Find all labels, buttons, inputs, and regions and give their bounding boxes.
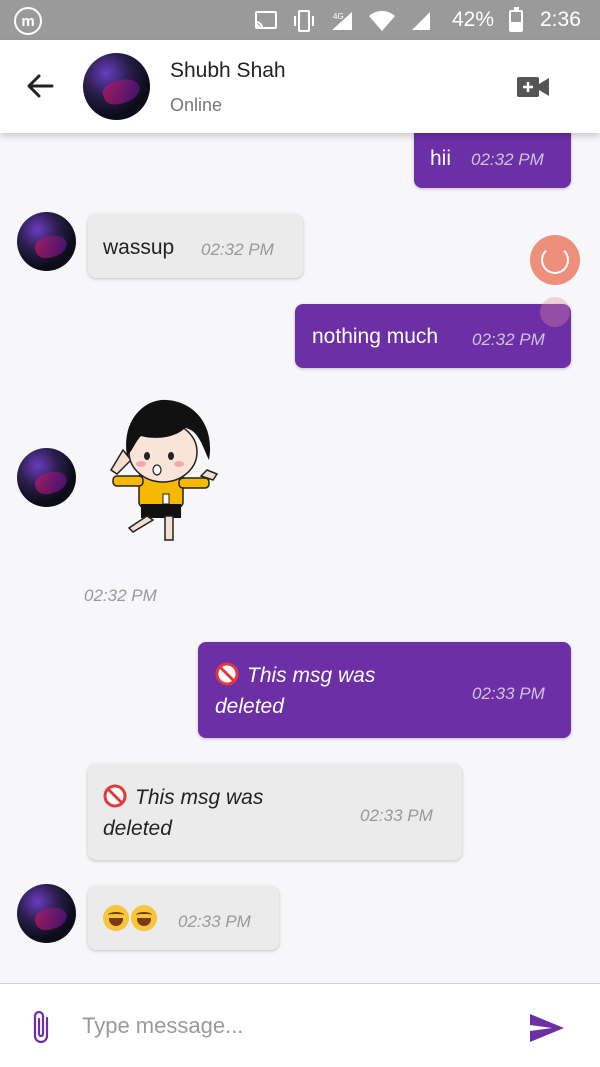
joy-emoji-icon bbox=[131, 905, 157, 931]
signal-icon bbox=[412, 12, 430, 30]
girl-sticker-icon[interactable] bbox=[105, 390, 220, 545]
message-time: 02:33 PM bbox=[472, 684, 545, 703]
message-bubble-outgoing-deleted[interactable]: This msg was deleted 02:33 PM bbox=[198, 642, 571, 738]
chat-header: Shubh Shah Online bbox=[0, 40, 600, 133]
message-emoji bbox=[103, 905, 159, 932]
overlay-dot bbox=[540, 297, 570, 327]
message-input-bar bbox=[0, 983, 600, 1067]
sender-avatar[interactable] bbox=[17, 212, 76, 271]
send-icon[interactable] bbox=[528, 1012, 566, 1044]
status-icons: 4G bbox=[254, 10, 432, 32]
battery-icon bbox=[509, 7, 523, 32]
status-bar: m 4G 42% 2:36 bbox=[0, 0, 600, 40]
contact-status: Online bbox=[170, 95, 223, 115]
sender-avatar[interactable] bbox=[17, 448, 76, 507]
message-input[interactable] bbox=[82, 1008, 502, 1044]
status-time: 2:36 bbox=[540, 8, 581, 31]
attach-icon[interactable] bbox=[29, 1008, 55, 1048]
loading-spinner-icon bbox=[530, 235, 580, 285]
cast-icon bbox=[255, 11, 277, 29]
back-arrow-icon[interactable] bbox=[22, 68, 58, 104]
message-bubble-incoming-deleted[interactable]: This msg was deleted 02:33 PM bbox=[88, 764, 462, 860]
message-bubble-outgoing[interactable]: nothing much 02:32 PM bbox=[295, 304, 571, 368]
message-text: This msg was deleted bbox=[103, 784, 264, 840]
contact-avatar[interactable] bbox=[83, 53, 150, 120]
vibrate-icon bbox=[294, 10, 314, 32]
message-time: 02:32 PM bbox=[471, 150, 544, 169]
contact-name[interactable]: Shubh Shah bbox=[170, 59, 286, 83]
m-logo-icon: m bbox=[14, 7, 42, 35]
message-text: wassup bbox=[103, 236, 175, 259]
message-bubble-incoming[interactable]: wassup 02:32 PM bbox=[88, 214, 303, 278]
message-text: hii bbox=[430, 147, 452, 170]
svg-text:4G: 4G bbox=[333, 12, 344, 21]
message-time: 02:32 PM bbox=[201, 240, 274, 259]
wifi-icon bbox=[369, 10, 395, 31]
no-entry-icon bbox=[103, 784, 127, 808]
signal-4g-icon: 4G bbox=[332, 12, 352, 30]
message-text: This msg was deleted bbox=[215, 662, 376, 718]
sender-avatar[interactable] bbox=[17, 884, 76, 943]
video-call-icon[interactable] bbox=[515, 74, 551, 100]
message-time: 02:33 PM bbox=[178, 912, 251, 931]
message-bubble-incoming[interactable]: 02:33 PM bbox=[88, 886, 279, 950]
message-time: 02:33 PM bbox=[360, 806, 433, 825]
joy-emoji-icon bbox=[103, 905, 129, 931]
message-time: 02:32 PM bbox=[472, 330, 545, 349]
message-time: 02:32 PM bbox=[84, 586, 157, 605]
message-bubble-outgoing[interactable]: hii 02:32 PM bbox=[414, 126, 571, 188]
battery-percent: 42% bbox=[452, 8, 495, 31]
no-entry-icon bbox=[215, 662, 239, 686]
message-text: nothing much bbox=[312, 325, 439, 348]
